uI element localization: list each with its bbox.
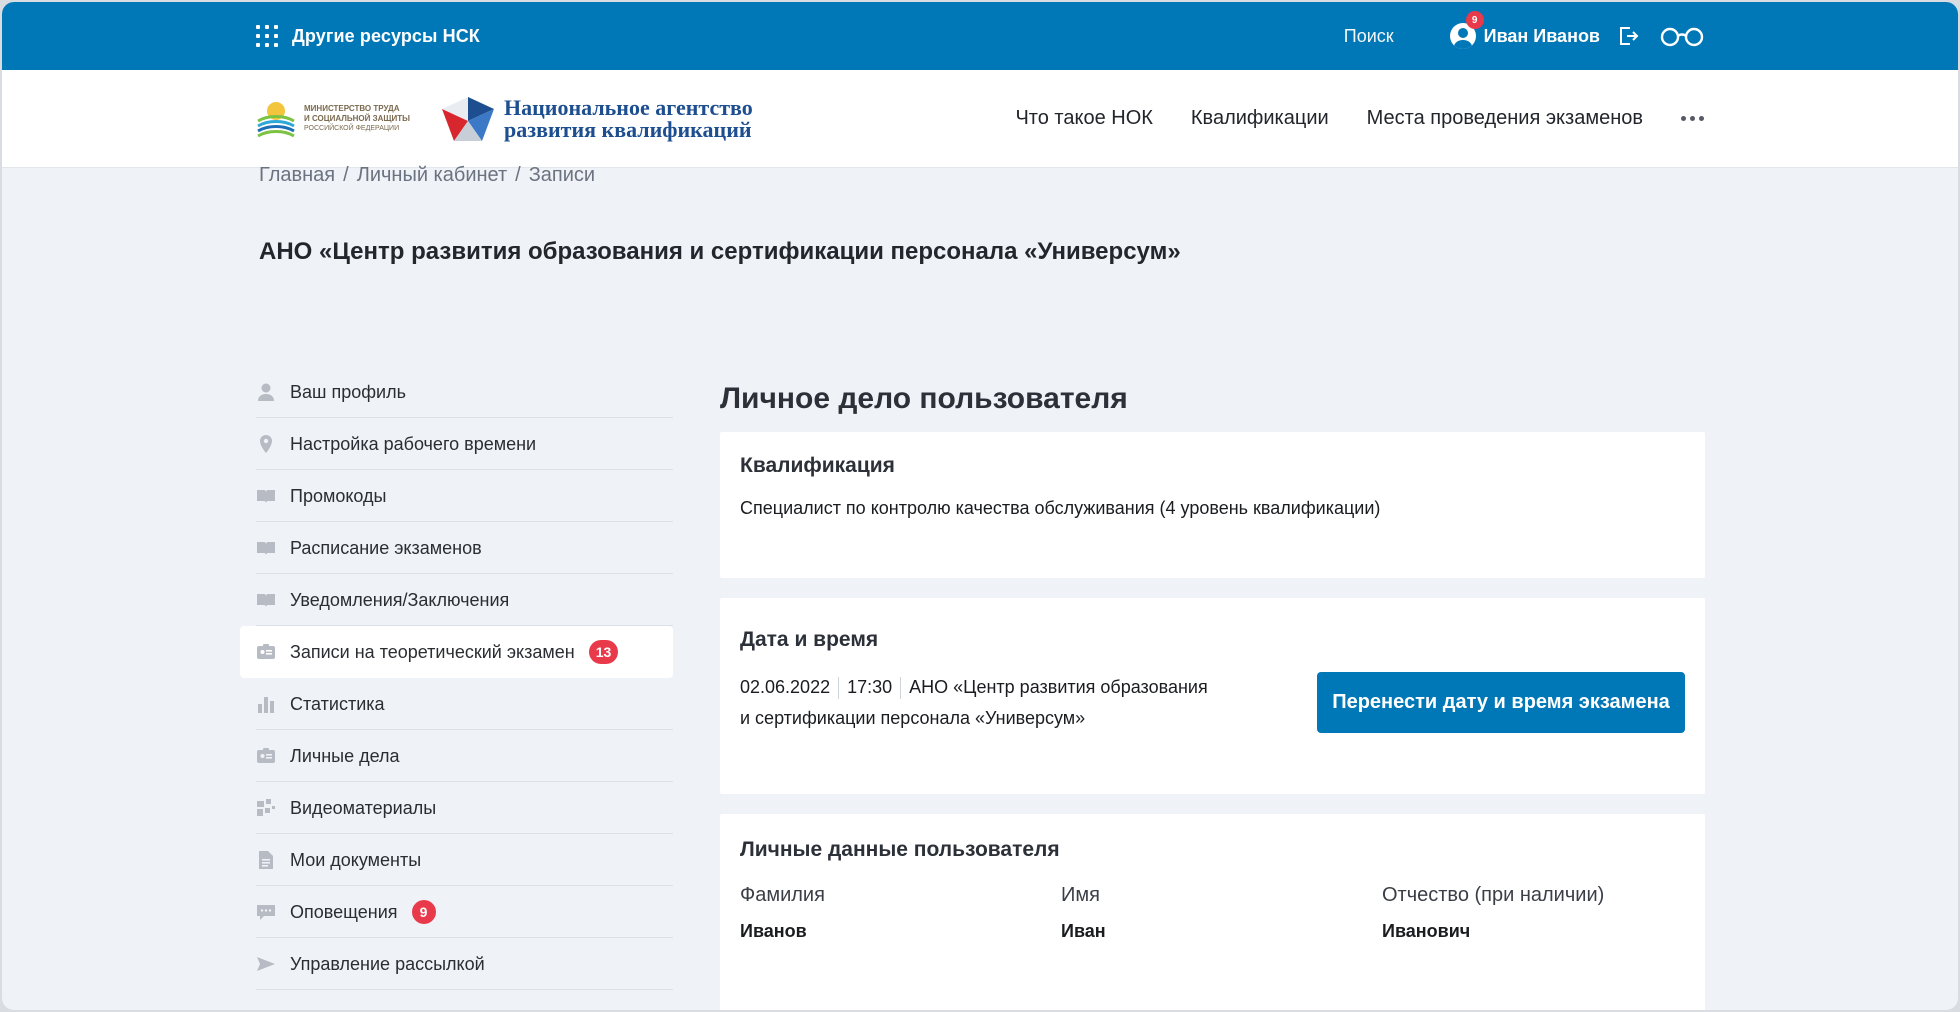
id-card-icon <box>256 746 276 766</box>
ministry-logo[interactable]: МИНИСТЕРСТВО ТРУДА И СОЦИАЛЬНОЙ ЗАЩИТЫ Р… <box>256 97 424 141</box>
exam-time: 17:30 <box>847 677 893 697</box>
sidebar-item-videos[interactable]: Видеоматериалы <box>240 782 673 834</box>
qualification-card: Квалификация Специалист по контролю каче… <box>720 432 1705 578</box>
sidebar-item-alerts[interactable]: Оповещения 9 <box>240 886 673 938</box>
bar-chart-icon <box>256 694 276 714</box>
user-notification-badge: 9 <box>1465 11 1484 29</box>
main-nav: Что такое НОК Квалификации Места проведе… <box>1015 107 1704 130</box>
qualification-value: Специалист по контролю качества обслужив… <box>740 498 1381 518</box>
exam-datetime-info: 02.06.2022 17:30 АНО «Центр развития образ… <box>740 672 1220 734</box>
video-icon <box>256 798 276 818</box>
top-bar: Другие ресурсы НСК Поиск 9 Иван Иванов <box>2 2 1958 70</box>
send-icon <box>256 954 276 974</box>
sidebar-item-label: Мои документы <box>290 849 422 870</box>
logout-icon[interactable] <box>1616 24 1640 48</box>
reschedule-exam-button[interactable]: Перенести дату и время экзамена <box>1317 672 1685 733</box>
field-value: Иван <box>1061 921 1106 941</box>
breadcrumb-home[interactable]: Главная <box>259 164 335 187</box>
sidebar-item-label: Управление рассылкой <box>290 953 485 974</box>
other-resources-menu[interactable]: Другие ресурсы НСК <box>256 25 480 47</box>
sidebar-item-label: Расписание экзаменов <box>290 537 482 558</box>
chat-icon <box>256 902 276 922</box>
breadcrumb: Главная / Личный кабинет / Записи <box>259 164 595 187</box>
location-pin-icon <box>256 434 276 454</box>
site-header: МИНИСТЕРСТВО ТРУДА И СОЦИАЛЬНОЙ ЗАЩИТЫ Р… <box>2 70 1958 168</box>
apps-grid-icon <box>256 25 278 47</box>
breadcrumb-current: Записи <box>528 164 596 186</box>
more-menu-icon[interactable] <box>1681 116 1704 121</box>
nark-logo-text: Национальное агентство развития квалифик… <box>504 94 753 142</box>
sidebar-item-notifications-conclusions[interactable]: Уведомления/Заключения <box>240 574 673 626</box>
accessibility-glasses-icon[interactable] <box>1660 24 1704 48</box>
sidebar-item-promocodes[interactable]: Промокоды <box>240 470 673 522</box>
sidebar-item-theory-exam-records[interactable]: Записи на теоретический экзамен 13 <box>240 626 673 678</box>
sidebar-item-label: Личные дела <box>290 745 400 766</box>
sidebar-item-profile[interactable]: Ваш профиль <box>240 366 673 418</box>
sidebar-item-personal-files[interactable]: Личные дела <box>240 730 673 782</box>
sidebar-item-my-documents[interactable]: Мои документы <box>240 834 673 886</box>
sidebar-item-label: Промокоды <box>290 485 387 506</box>
book-icon <box>256 486 276 506</box>
nav-item-nok[interactable]: Что такое НОК <box>1015 107 1152 130</box>
ministry-emblem-icon <box>257 101 295 137</box>
qualification-heading: Квалификация <box>740 454 895 477</box>
breadcrumb-separator: / <box>515 164 521 186</box>
sidebar-item-label: Настройка рабочего времени <box>290 433 537 454</box>
other-resources-label: Другие ресурсы НСК <box>292 25 480 46</box>
personal-data-grid: Фамилия Иванов Имя Иван Отчество (при на… <box>740 884 1685 942</box>
page-title: Личное дело пользователя <box>720 382 1128 415</box>
sidebar-item-work-hours[interactable]: Настройка рабочего времени <box>240 418 673 470</box>
user-icon <box>256 382 276 402</box>
sidebar-item-label: Ваш профиль <box>290 381 406 402</box>
book-icon <box>256 590 276 610</box>
exam-date: 02.06.2022 <box>740 677 831 697</box>
sidebar: Ваш профиль Настройка рабочего времени П… <box>240 366 673 990</box>
sidebar-item-exam-schedule[interactable]: Расписание экзаменов <box>240 522 673 574</box>
document-icon <box>256 850 276 870</box>
nark-logo[interactable]: Национальное агентство развития квалифик… <box>440 95 753 143</box>
count-badge: 9 <box>411 900 436 924</box>
field-patronymic: Отчество (при наличии) Иванович <box>1382 884 1682 942</box>
id-card-icon <box>256 642 276 662</box>
personal-data-heading: Личные данные пользователя <box>740 838 1060 861</box>
breadcrumb-cabinet[interactable]: Личный кабинет <box>357 164 507 187</box>
exam-place-line1: АНО «Центр развития образования <box>909 677 1208 697</box>
datetime-card: Дата и время 02.06.2022 17:30 АНО «Центр р… <box>720 598 1705 794</box>
book-icon <box>256 538 276 558</box>
breadcrumb-separator: / <box>343 164 349 186</box>
sidebar-item-mailing[interactable]: Управление рассылкой <box>240 938 673 990</box>
ministry-logo-text: МИНИСТЕРСТВО ТРУДА И СОЦИАЛЬНОЙ ЗАЩИТЫ Р… <box>304 103 410 132</box>
sidebar-item-label: Видеоматериалы <box>290 797 437 818</box>
personal-data-card: Личные данные пользователя Фамилия Ивано… <box>720 814 1705 1010</box>
nav-item-exam-locations[interactable]: Места проведения экзаменов <box>1367 107 1643 130</box>
user-name: Иван Иванов <box>1483 25 1600 46</box>
field-label: Отчество (при наличии) <box>1382 884 1605 906</box>
field-name: Имя Иван <box>1061 884 1382 942</box>
sidebar-item-label: Статистика <box>290 693 385 714</box>
app-window: Другие ресурсы НСК Поиск 9 Иван Иванов М… <box>2 2 1958 1010</box>
count-badge: 13 <box>588 640 619 664</box>
field-label: Имя <box>1061 884 1100 906</box>
nav-item-qualifications[interactable]: Квалификации <box>1191 107 1329 130</box>
sidebar-item-label: Записи на теоретический экзамен <box>290 641 575 662</box>
field-value: Иванов <box>740 921 807 941</box>
field-label: Фамилия <box>740 884 825 906</box>
field-surname: Фамилия Иванов <box>740 884 1061 942</box>
user-menu[interactable]: 9 Иван Иванов <box>1449 11 1600 49</box>
exam-place-line2: и сертификации персонала «Универсум» <box>740 708 1086 728</box>
field-value: Иванович <box>1382 921 1471 941</box>
datetime-heading: Дата и время <box>740 628 879 651</box>
sidebar-item-statistics[interactable]: Статистика <box>240 678 673 730</box>
main-content: Личное дело пользователя Квалификация Сп… <box>720 366 1705 1010</box>
search-link[interactable]: Поиск <box>1344 26 1394 47</box>
sidebar-item-label: Уведомления/Заключения <box>290 589 510 610</box>
organization-title: АНО «Центр развития образования и сертиф… <box>259 238 1181 265</box>
sidebar-item-label: Оповещения <box>290 901 398 922</box>
nark-emblem-icon <box>442 96 494 141</box>
